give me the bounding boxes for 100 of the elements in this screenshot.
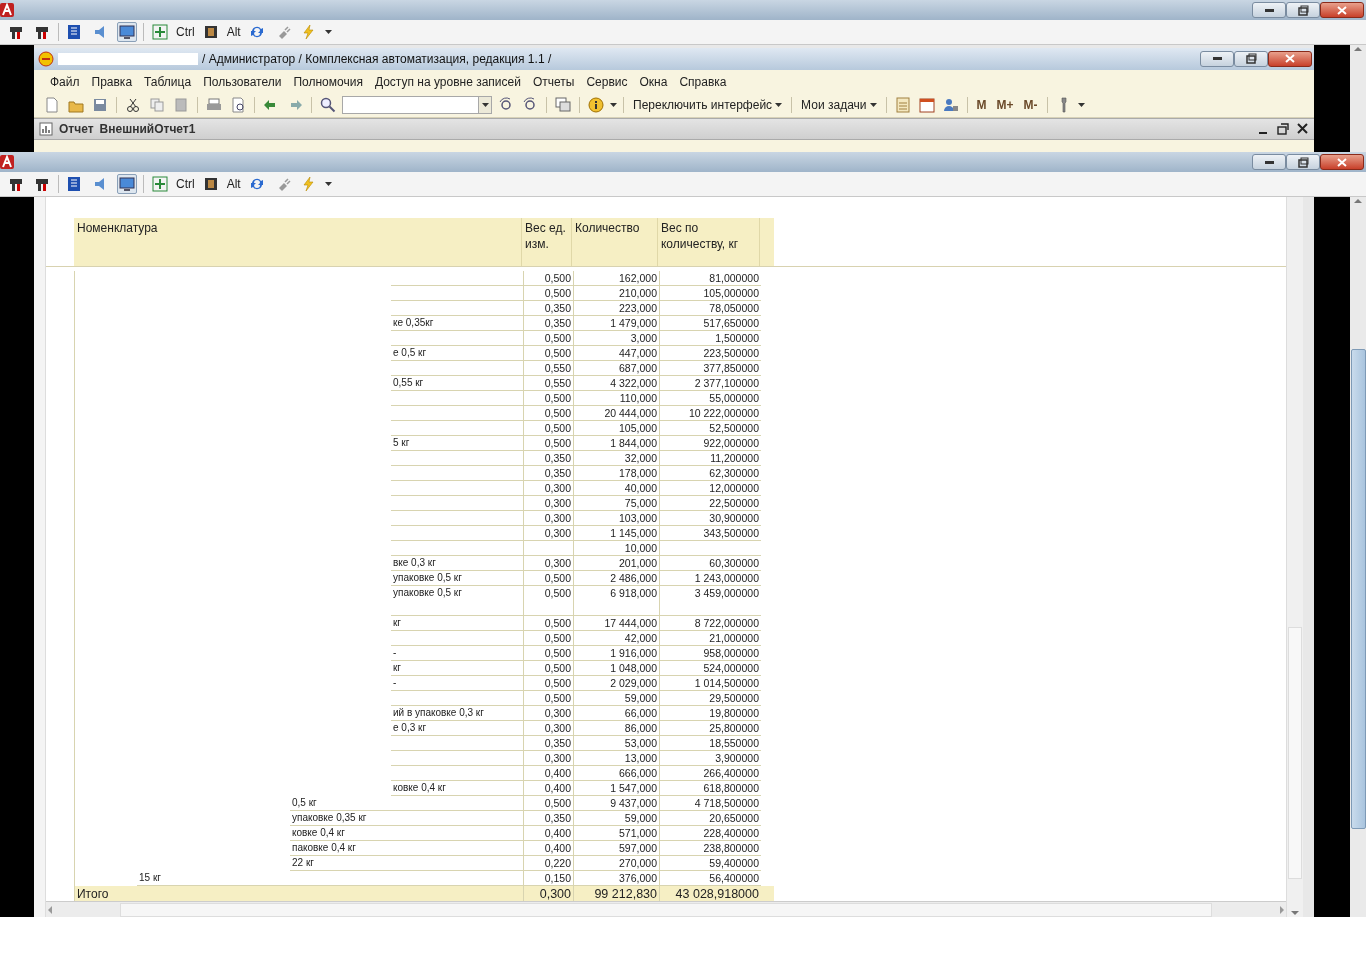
table-cell: 9 437,000	[573, 796, 659, 811]
table-cell: 4 322,000	[573, 376, 659, 391]
fullscreen-icon[interactable]	[152, 176, 168, 192]
table-cell: 666,000	[573, 766, 659, 781]
table-cell: 571,000	[573, 826, 659, 841]
users-icon[interactable]	[942, 97, 959, 114]
menu-item[interactable]: Отчеты	[526, 74, 581, 89]
restore-icon	[1244, 53, 1258, 65]
menu-item[interactable]: Полномочия	[287, 74, 369, 89]
minimize-icon	[1212, 57, 1222, 61]
memory-button[interactable]: M+	[993, 98, 1017, 113]
caret-icon[interactable]	[1077, 103, 1085, 108]
vertical-scrollbar[interactable]	[1286, 197, 1303, 917]
plug-icon[interactable]	[34, 176, 50, 192]
plug-icon[interactable]	[34, 24, 50, 40]
table-cell: 958,000000	[659, 646, 761, 661]
fullscreen-icon[interactable]	[152, 24, 168, 40]
horizontal-scrollbar[interactable]	[46, 901, 1287, 917]
calendar-icon[interactable]	[918, 97, 935, 114]
table-cell: 0,300	[523, 526, 573, 541]
ctrl-key-button[interactable]: Ctrl	[176, 25, 195, 39]
table-cell: 6 918,000	[573, 586, 659, 616]
table-cell: 0,500	[523, 391, 573, 406]
alt-key-button[interactable]: Alt	[226, 25, 241, 39]
minimize-button[interactable]	[1252, 154, 1286, 170]
caret-icon[interactable]	[610, 103, 617, 108]
table-cell: 66,000	[573, 706, 659, 721]
search-field[interactable]	[342, 96, 492, 115]
refresh-icon[interactable]	[248, 176, 265, 192]
table-cell: 21,000000	[659, 631, 761, 646]
alt-key-button[interactable]: Alt	[226, 177, 241, 191]
table-cell: 22 кг	[290, 856, 523, 871]
table-cell: 0,5 кг	[290, 796, 523, 811]
preview-icon[interactable]	[230, 97, 246, 114]
table-cell: 238,800000	[659, 841, 761, 856]
restore-icon	[1296, 4, 1310, 16]
film-icon[interactable]	[202, 24, 219, 40]
menu-item[interactable]: Файл	[44, 74, 86, 89]
caret-icon[interactable]	[324, 30, 332, 34]
table-cell: 78,050000	[659, 301, 761, 316]
scroll-down-icon[interactable]	[1290, 909, 1301, 917]
table-cell: 42,000	[573, 631, 659, 646]
memory-button[interactable]: M-	[1020, 98, 1041, 113]
table-cell: 1 243,000000	[659, 571, 761, 586]
table-cell: 0,500	[523, 646, 573, 661]
search-icon[interactable]	[320, 97, 336, 114]
close-button[interactable]	[1320, 154, 1364, 170]
table-cell: 59,400000	[659, 856, 761, 871]
scrollbar[interactable]	[1350, 197, 1366, 917]
monitor-icon[interactable]	[119, 24, 135, 40]
memory-button[interactable]: M	[973, 98, 990, 113]
caret-icon[interactable]	[324, 182, 332, 186]
film-icon[interactable]	[202, 176, 219, 192]
book-icon[interactable]	[67, 24, 83, 40]
table-cell: 62,300000	[659, 466, 761, 481]
table-cell: -	[391, 646, 523, 661]
save-icon[interactable]	[92, 97, 108, 114]
menu-item[interactable]: Справка	[673, 74, 733, 89]
restore-icon[interactable]	[1277, 123, 1289, 136]
menu-item[interactable]: Таблица	[138, 74, 198, 89]
my-tasks-button[interactable]: Мои задачи	[798, 98, 880, 113]
monitor-icon[interactable]	[119, 176, 135, 192]
info-icon[interactable]	[588, 97, 604, 114]
table-cell: 0,500	[523, 631, 573, 646]
menu-item[interactable]: Доступ на уровне записей	[368, 74, 527, 89]
ctrl-key-button[interactable]: Ctrl	[176, 177, 195, 191]
table-cell: ий в упаковке 0,3 кг	[391, 706, 523, 721]
restore-button[interactable]	[1234, 50, 1268, 67]
menu-item[interactable]: Окна	[633, 74, 674, 89]
cut-icon[interactable]	[125, 97, 141, 114]
switch-interface-button[interactable]: Переключить интерфейс	[630, 98, 786, 113]
close-button[interactable]	[1268, 50, 1312, 67]
table-cell: упаковке 0,5 кг	[391, 571, 523, 586]
restore-button[interactable]	[1286, 154, 1320, 170]
table-cell: 1 844,000	[573, 436, 659, 451]
table-cell: 1 014,500000	[659, 676, 761, 691]
close-icon[interactable]	[1297, 123, 1308, 135]
menu-item[interactable]: Правка	[85, 74, 139, 89]
table-cell: 25,800000	[659, 721, 761, 736]
scroll-thumb[interactable]	[1350, 349, 1366, 829]
refresh-icon[interactable]	[248, 24, 265, 40]
scrollbar[interactable]	[1350, 45, 1366, 152]
table-cell: 55,000000	[659, 391, 761, 406]
table-cell: 10 222,000000	[659, 406, 761, 421]
minimize-button[interactable]	[1252, 2, 1286, 18]
table-cell: 0,350	[523, 736, 573, 751]
minimize-button[interactable]	[1200, 50, 1234, 67]
table-cell: 13,000	[573, 751, 659, 766]
table-cell: кг	[391, 616, 523, 631]
close-button[interactable]	[1320, 2, 1364, 18]
table-cell: 4 718,500000	[659, 796, 761, 811]
windows-icon[interactable]	[555, 97, 571, 114]
plug-icon[interactable]	[8, 176, 24, 192]
menu-item[interactable]: Пользователи	[197, 74, 288, 89]
menu-item[interactable]: Сервис	[580, 74, 634, 89]
book-icon[interactable]	[67, 176, 83, 192]
restore-button[interactable]	[1286, 2, 1320, 18]
plug-icon[interactable]	[8, 24, 24, 40]
table-cell: 687,000	[573, 361, 659, 376]
table-cell: ковке 0,4 кг	[290, 826, 523, 841]
